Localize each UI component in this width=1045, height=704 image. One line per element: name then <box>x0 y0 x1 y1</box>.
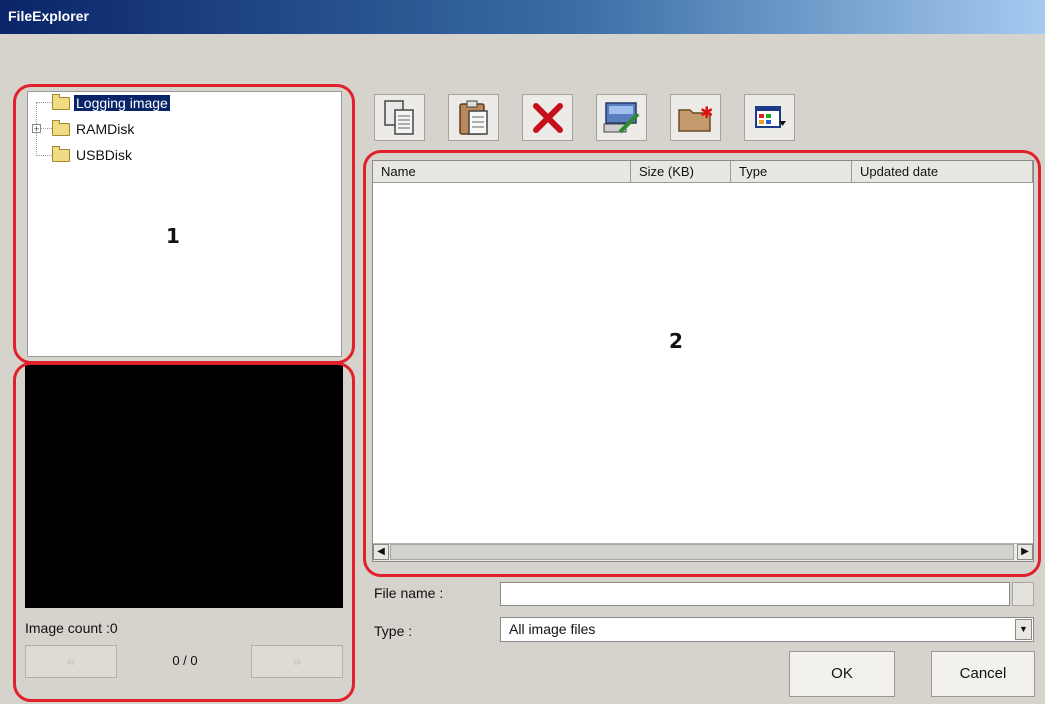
scroll-left-icon[interactable]: ◀ <box>373 544 389 560</box>
horizontal-scrollbar[interactable]: ◀ ▶ <box>373 543 1033 561</box>
type-select[interactable]: All image files ▼ <box>500 617 1034 642</box>
svg-text:✱: ✱ <box>700 103 713 122</box>
folder-tree[interactable]: Logging image + RAMDisk USBDisk 1 <box>27 91 342 357</box>
scroll-thumb[interactable] <box>390 544 1014 560</box>
delete-icon <box>532 102 563 133</box>
file-name-browse-button[interactable] <box>1012 582 1034 606</box>
list-header: Name Size (KB) Type Updated date <box>373 161 1033 183</box>
title-bar: FileExplorer <box>0 0 1045 34</box>
column-header-updated[interactable]: Updated date <box>852 161 1033 183</box>
column-header-name[interactable]: Name <box>373 161 631 183</box>
rename-button[interactable] <box>596 94 647 141</box>
page-indicator: 0 / 0 <box>172 653 198 668</box>
expand-icon[interactable]: + <box>32 124 41 134</box>
new-folder-icon: ✱ <box>677 103 713 132</box>
tree-item-ramdisk[interactable]: RAMDisk <box>52 119 136 139</box>
view-options-button[interactable] <box>744 94 795 141</box>
callout-number: 1 <box>166 224 180 248</box>
image-folder-icon <box>52 93 70 110</box>
rename-icon <box>603 101 639 133</box>
tree-item-logging-image[interactable]: Logging image <box>52 93 170 113</box>
prev-image-button[interactable]: « <box>25 645 117 678</box>
tree-item-label: Logging image <box>74 95 170 111</box>
scroll-right-icon[interactable]: ▶ <box>1017 544 1033 560</box>
file-name-label: File name : <box>374 585 444 601</box>
tree-guide-line <box>36 155 52 156</box>
column-header-size[interactable]: Size (KB) <box>631 161 731 183</box>
chevron-down-icon[interactable]: ▼ <box>1015 619 1032 640</box>
image-preview <box>25 364 343 608</box>
copy-icon <box>383 99 414 135</box>
window-title: FileExplorer <box>8 8 89 24</box>
folder-icon <box>52 119 70 136</box>
paste-button[interactable] <box>448 94 499 141</box>
copy-button[interactable] <box>374 94 425 141</box>
type-select-value: All image files <box>509 621 596 637</box>
type-label: Type : <box>374 623 413 639</box>
tree-item-label: USBDisk <box>76 147 133 163</box>
tree-item-usbdisk[interactable]: USBDisk <box>52 145 134 165</box>
folder-icon <box>52 145 70 162</box>
view-options-icon <box>754 105 786 128</box>
paste-icon <box>458 100 488 135</box>
file-name-input[interactable] <box>500 582 1010 606</box>
column-header-type[interactable]: Type <box>731 161 852 183</box>
new-folder-button[interactable]: ✱ <box>670 94 721 141</box>
next-image-button[interactable]: » <box>251 645 343 678</box>
tree-guide-line <box>36 102 52 103</box>
file-list[interactable]: Name Size (KB) Type Updated date 2 ◀ ▶ <box>372 160 1034 562</box>
tree-item-label: RAMDisk <box>76 121 135 137</box>
delete-button[interactable] <box>522 94 573 141</box>
cancel-button[interactable]: Cancel <box>931 651 1035 697</box>
ok-button[interactable]: OK <box>789 651 895 697</box>
callout-number: 2 <box>669 329 683 353</box>
image-count-label: Image count :0 <box>25 620 118 636</box>
